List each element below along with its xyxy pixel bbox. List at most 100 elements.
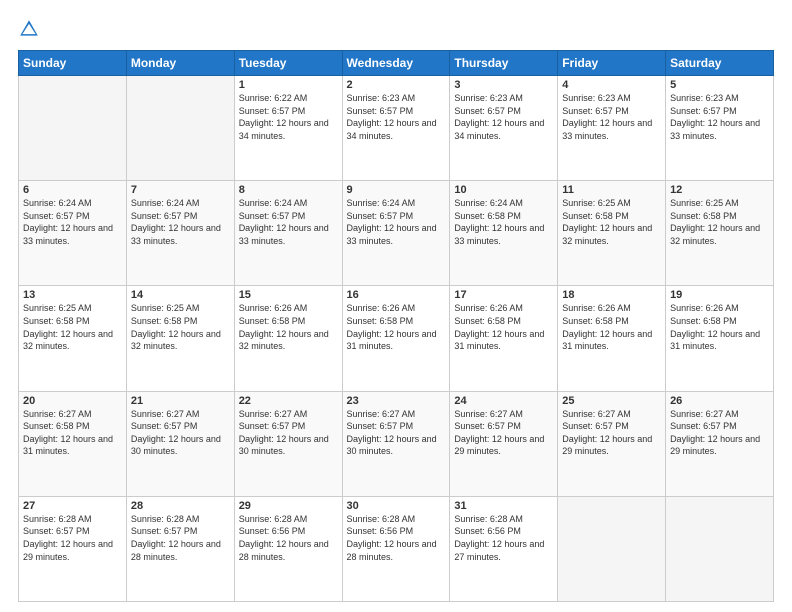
- calendar-cell: 26 Sunrise: 6:27 AMSunset: 6:57 PMDaylig…: [666, 391, 774, 496]
- day-number: 19: [670, 289, 769, 301]
- calendar-cell: [19, 76, 127, 181]
- day-detail: Sunrise: 6:24 AMSunset: 6:57 PMDaylight:…: [239, 198, 329, 246]
- day-number: 4: [562, 79, 661, 91]
- calendar-cell: 28 Sunrise: 6:28 AMSunset: 6:57 PMDaylig…: [126, 496, 234, 601]
- day-detail: Sunrise: 6:23 AMSunset: 6:57 PMDaylight:…: [562, 93, 652, 141]
- day-number: 5: [670, 79, 769, 91]
- calendar-cell: 8 Sunrise: 6:24 AMSunset: 6:57 PMDayligh…: [234, 181, 342, 286]
- day-number: 27: [23, 500, 122, 512]
- day-number: 7: [131, 184, 230, 196]
- calendar-cell: 15 Sunrise: 6:26 AMSunset: 6:58 PMDaylig…: [234, 286, 342, 391]
- calendar-cell: 13 Sunrise: 6:25 AMSunset: 6:58 PMDaylig…: [19, 286, 127, 391]
- day-number: 11: [562, 184, 661, 196]
- day-detail: Sunrise: 6:23 AMSunset: 6:57 PMDaylight:…: [454, 93, 544, 141]
- calendar-cell: 14 Sunrise: 6:25 AMSunset: 6:58 PMDaylig…: [126, 286, 234, 391]
- calendar-cell: 18 Sunrise: 6:26 AMSunset: 6:58 PMDaylig…: [558, 286, 666, 391]
- day-number: 22: [239, 395, 338, 407]
- calendar-cell: 5 Sunrise: 6:23 AMSunset: 6:57 PMDayligh…: [666, 76, 774, 181]
- day-number: 26: [670, 395, 769, 407]
- calendar-week-row: 6 Sunrise: 6:24 AMSunset: 6:57 PMDayligh…: [19, 181, 774, 286]
- day-of-week-header: Saturday: [666, 51, 774, 76]
- day-detail: Sunrise: 6:23 AMSunset: 6:57 PMDaylight:…: [670, 93, 760, 141]
- day-detail: Sunrise: 6:22 AMSunset: 6:57 PMDaylight:…: [239, 93, 329, 141]
- calendar-cell: 10 Sunrise: 6:24 AMSunset: 6:58 PMDaylig…: [450, 181, 558, 286]
- day-number: 31: [454, 500, 553, 512]
- calendar-cell: 1 Sunrise: 6:22 AMSunset: 6:57 PMDayligh…: [234, 76, 342, 181]
- calendar-cell: 24 Sunrise: 6:27 AMSunset: 6:57 PMDaylig…: [450, 391, 558, 496]
- calendar-cell: 11 Sunrise: 6:25 AMSunset: 6:58 PMDaylig…: [558, 181, 666, 286]
- day-detail: Sunrise: 6:28 AMSunset: 6:56 PMDaylight:…: [239, 514, 329, 562]
- calendar-cell: 29 Sunrise: 6:28 AMSunset: 6:56 PMDaylig…: [234, 496, 342, 601]
- calendar-cell: 12 Sunrise: 6:25 AMSunset: 6:58 PMDaylig…: [666, 181, 774, 286]
- day-detail: Sunrise: 6:24 AMSunset: 6:58 PMDaylight:…: [454, 198, 544, 246]
- day-number: 1: [239, 79, 338, 91]
- day-detail: Sunrise: 6:24 AMSunset: 6:57 PMDaylight:…: [347, 198, 437, 246]
- day-detail: Sunrise: 6:27 AMSunset: 6:57 PMDaylight:…: [239, 409, 329, 457]
- day-number: 8: [239, 184, 338, 196]
- day-of-week-header: Wednesday: [342, 51, 450, 76]
- calendar-cell: 19 Sunrise: 6:26 AMSunset: 6:58 PMDaylig…: [666, 286, 774, 391]
- day-detail: Sunrise: 6:26 AMSunset: 6:58 PMDaylight:…: [347, 303, 437, 351]
- calendar-cell: 21 Sunrise: 6:27 AMSunset: 6:57 PMDaylig…: [126, 391, 234, 496]
- calendar-cell: 16 Sunrise: 6:26 AMSunset: 6:58 PMDaylig…: [342, 286, 450, 391]
- day-detail: Sunrise: 6:27 AMSunset: 6:57 PMDaylight:…: [454, 409, 544, 457]
- calendar-cell: 4 Sunrise: 6:23 AMSunset: 6:57 PMDayligh…: [558, 76, 666, 181]
- day-detail: Sunrise: 6:28 AMSunset: 6:56 PMDaylight:…: [454, 514, 544, 562]
- day-detail: Sunrise: 6:24 AMSunset: 6:57 PMDaylight:…: [23, 198, 113, 246]
- calendar-week-row: 13 Sunrise: 6:25 AMSunset: 6:58 PMDaylig…: [19, 286, 774, 391]
- day-number: 21: [131, 395, 230, 407]
- day-detail: Sunrise: 6:26 AMSunset: 6:58 PMDaylight:…: [562, 303, 652, 351]
- day-detail: Sunrise: 6:23 AMSunset: 6:57 PMDaylight:…: [347, 93, 437, 141]
- day-detail: Sunrise: 6:26 AMSunset: 6:58 PMDaylight:…: [454, 303, 544, 351]
- day-number: 14: [131, 289, 230, 301]
- day-number: 23: [347, 395, 446, 407]
- day-detail: Sunrise: 6:26 AMSunset: 6:58 PMDaylight:…: [239, 303, 329, 351]
- calendar-cell: 3 Sunrise: 6:23 AMSunset: 6:57 PMDayligh…: [450, 76, 558, 181]
- day-number: 12: [670, 184, 769, 196]
- day-number: 2: [347, 79, 446, 91]
- calendar-cell: 30 Sunrise: 6:28 AMSunset: 6:56 PMDaylig…: [342, 496, 450, 601]
- day-detail: Sunrise: 6:25 AMSunset: 6:58 PMDaylight:…: [562, 198, 652, 246]
- page: SundayMondayTuesdayWednesdayThursdayFrid…: [0, 0, 792, 612]
- day-number: 20: [23, 395, 122, 407]
- day-detail: Sunrise: 6:27 AMSunset: 6:57 PMDaylight:…: [131, 409, 221, 457]
- calendar-cell: [666, 496, 774, 601]
- calendar-cell: 25 Sunrise: 6:27 AMSunset: 6:57 PMDaylig…: [558, 391, 666, 496]
- day-detail: Sunrise: 6:25 AMSunset: 6:58 PMDaylight:…: [131, 303, 221, 351]
- calendar-week-row: 1 Sunrise: 6:22 AMSunset: 6:57 PMDayligh…: [19, 76, 774, 181]
- day-number: 24: [454, 395, 553, 407]
- calendar-cell: 20 Sunrise: 6:27 AMSunset: 6:58 PMDaylig…: [19, 391, 127, 496]
- calendar-table: SundayMondayTuesdayWednesdayThursdayFrid…: [18, 50, 774, 602]
- day-detail: Sunrise: 6:25 AMSunset: 6:58 PMDaylight:…: [23, 303, 113, 351]
- day-detail: Sunrise: 6:28 AMSunset: 6:56 PMDaylight:…: [347, 514, 437, 562]
- calendar-cell: 6 Sunrise: 6:24 AMSunset: 6:57 PMDayligh…: [19, 181, 127, 286]
- day-number: 3: [454, 79, 553, 91]
- day-detail: Sunrise: 6:24 AMSunset: 6:57 PMDaylight:…: [131, 198, 221, 246]
- day-detail: Sunrise: 6:26 AMSunset: 6:58 PMDaylight:…: [670, 303, 760, 351]
- calendar-cell: [558, 496, 666, 601]
- calendar-cell: 9 Sunrise: 6:24 AMSunset: 6:57 PMDayligh…: [342, 181, 450, 286]
- day-detail: Sunrise: 6:25 AMSunset: 6:58 PMDaylight:…: [670, 198, 760, 246]
- day-number: 28: [131, 500, 230, 512]
- day-of-week-header: Friday: [558, 51, 666, 76]
- day-number: 9: [347, 184, 446, 196]
- logo-icon: [18, 18, 40, 40]
- logo: [18, 18, 44, 40]
- day-number: 10: [454, 184, 553, 196]
- day-detail: Sunrise: 6:27 AMSunset: 6:57 PMDaylight:…: [670, 409, 760, 457]
- calendar-week-row: 20 Sunrise: 6:27 AMSunset: 6:58 PMDaylig…: [19, 391, 774, 496]
- day-number: 6: [23, 184, 122, 196]
- day-detail: Sunrise: 6:28 AMSunset: 6:57 PMDaylight:…: [23, 514, 113, 562]
- day-of-week-header: Thursday: [450, 51, 558, 76]
- calendar-header-row: SundayMondayTuesdayWednesdayThursdayFrid…: [19, 51, 774, 76]
- day-detail: Sunrise: 6:27 AMSunset: 6:58 PMDaylight:…: [23, 409, 113, 457]
- day-number: 29: [239, 500, 338, 512]
- calendar-week-row: 27 Sunrise: 6:28 AMSunset: 6:57 PMDaylig…: [19, 496, 774, 601]
- calendar-cell: 2 Sunrise: 6:23 AMSunset: 6:57 PMDayligh…: [342, 76, 450, 181]
- day-number: 17: [454, 289, 553, 301]
- calendar-cell: [126, 76, 234, 181]
- day-of-week-header: Sunday: [19, 51, 127, 76]
- day-number: 16: [347, 289, 446, 301]
- day-number: 13: [23, 289, 122, 301]
- calendar-cell: 23 Sunrise: 6:27 AMSunset: 6:57 PMDaylig…: [342, 391, 450, 496]
